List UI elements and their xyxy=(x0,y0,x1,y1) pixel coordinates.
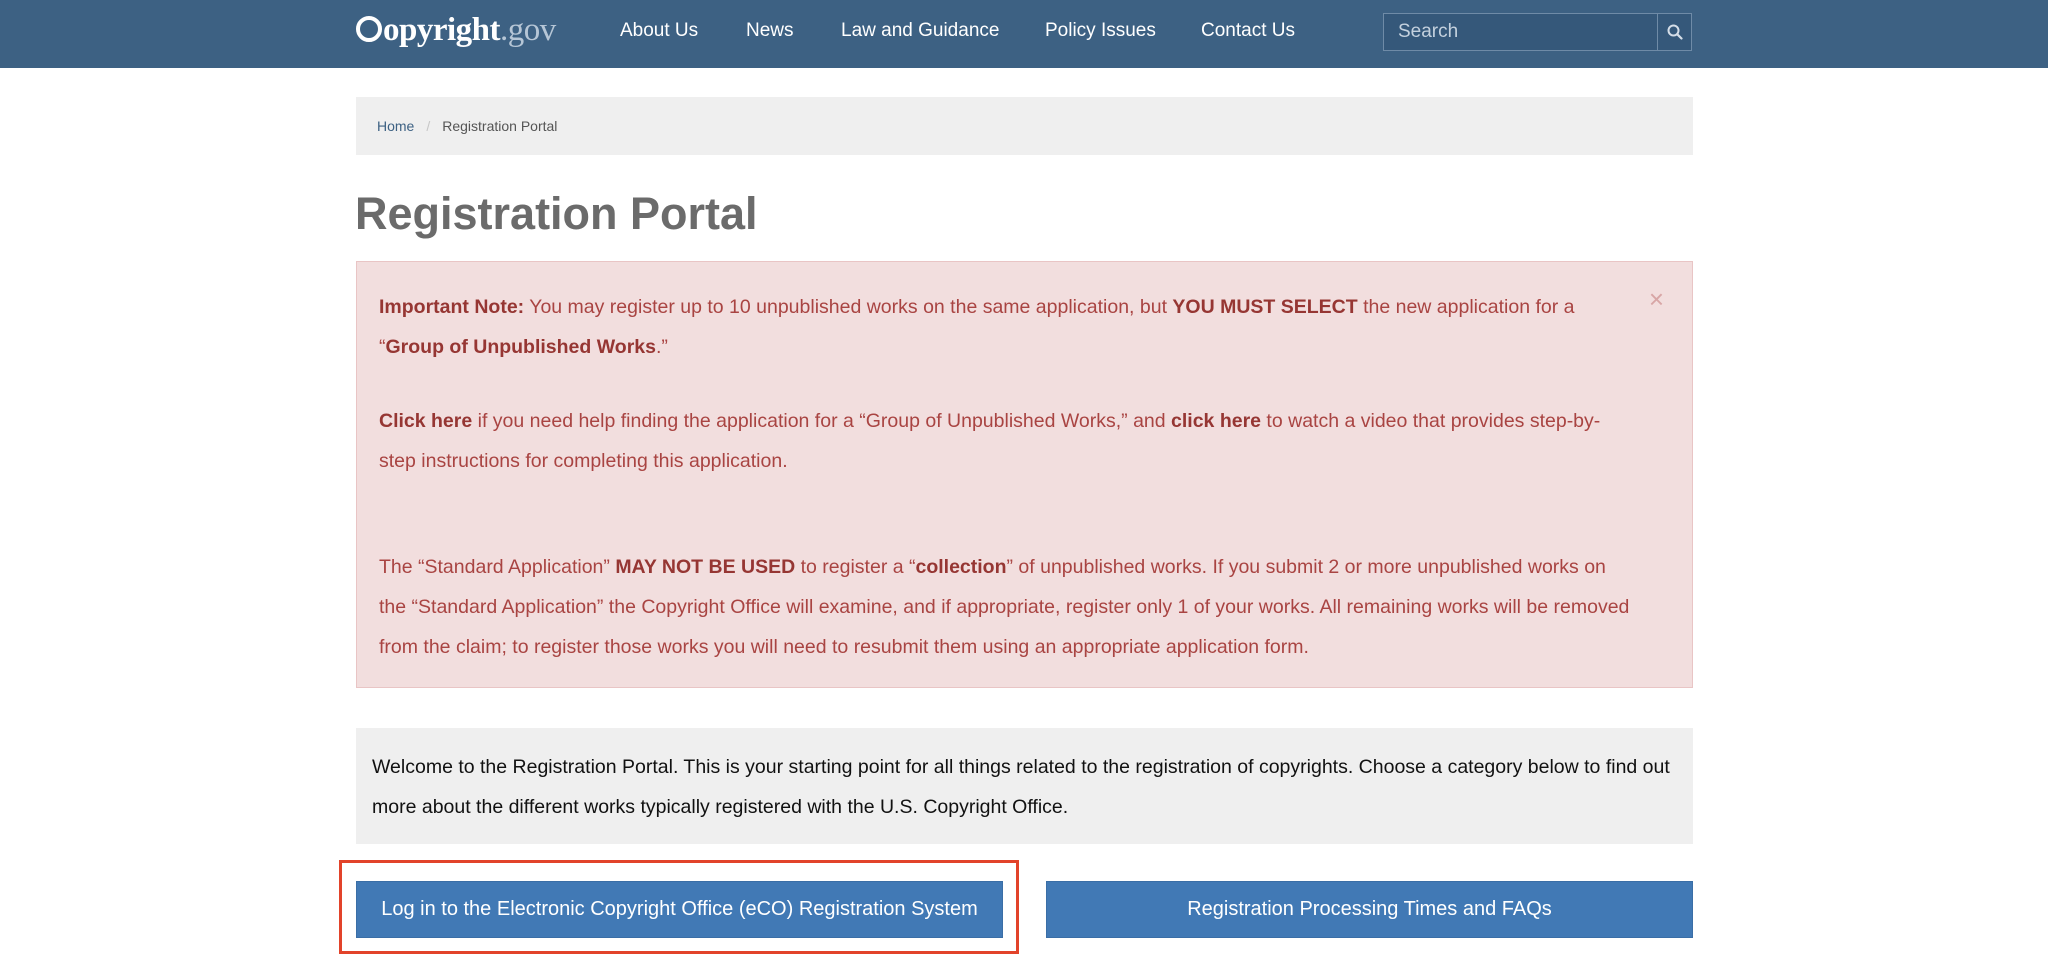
logo-main-text: opyright xyxy=(383,12,501,48)
alert-text: to register a “ xyxy=(795,556,916,578)
search-input[interactable] xyxy=(1384,14,1657,50)
copyright-c-icon xyxy=(356,16,382,42)
nav-contact-us[interactable]: Contact Us xyxy=(1201,20,1295,42)
search-button[interactable] xyxy=(1657,14,1691,50)
important-note-alert: × Important Note: You may register up to… xyxy=(356,261,1693,688)
eco-login-button[interactable]: Log in to the Electronic Copyright Offic… xyxy=(356,881,1003,938)
page-title: Registration Portal xyxy=(355,188,758,239)
alert-text: if you need help finding the application… xyxy=(472,410,1172,432)
nav-news[interactable]: News xyxy=(746,20,794,42)
alert-emphasis: collection xyxy=(915,556,1007,578)
close-icon[interactable]: × xyxy=(1649,286,1664,312)
alert-text: The “Standard Application” xyxy=(379,556,616,578)
search-icon xyxy=(1667,24,1683,40)
breadcrumb-home-link[interactable]: Home xyxy=(377,118,414,134)
nav-about-us[interactable]: About Us xyxy=(620,20,698,42)
breadcrumb: Home / Registration Portal xyxy=(356,97,1693,155)
alert-paragraph-2: Click here if you need help finding the … xyxy=(379,401,1632,481)
nav-policy-issues[interactable]: Policy Issues xyxy=(1045,20,1156,42)
processing-times-faq-button[interactable]: Registration Processing Times and FAQs xyxy=(1046,881,1693,938)
copyright-gov-logo[interactable]: opyright .gov xyxy=(356,12,556,52)
alert-paragraph-1: Important Note: You may register up to 1… xyxy=(379,287,1632,367)
alert-emphasis: YOU MUST SELECT xyxy=(1172,296,1358,318)
breadcrumb-current: Registration Portal xyxy=(442,118,558,134)
welcome-message: Welcome to the Registration Portal. This… xyxy=(356,728,1693,844)
alert-emphasis: MAY NOT BE USED xyxy=(615,556,796,578)
nav-law-and-guidance[interactable]: Law and Guidance xyxy=(841,20,999,42)
search-form xyxy=(1383,13,1692,51)
click-here-link-2[interactable]: click here xyxy=(1171,410,1261,432)
alert-paragraph-3: The “Standard Application” MAY NOT BE US… xyxy=(379,547,1632,667)
breadcrumb-separator: / xyxy=(426,118,431,134)
logo-gov-text: .gov xyxy=(500,12,556,48)
click-here-link-1[interactable]: Click here xyxy=(379,410,472,432)
alert-text: You may register up to 10 unpublished wo… xyxy=(524,296,1173,318)
alert-text: .” xyxy=(655,336,668,358)
top-navigation-bar: opyright .gov About Us News Law and Guid… xyxy=(0,0,2048,68)
alert-emphasis: Group of Unpublished Works xyxy=(385,336,656,358)
alert-lead: Important Note: xyxy=(379,296,525,318)
